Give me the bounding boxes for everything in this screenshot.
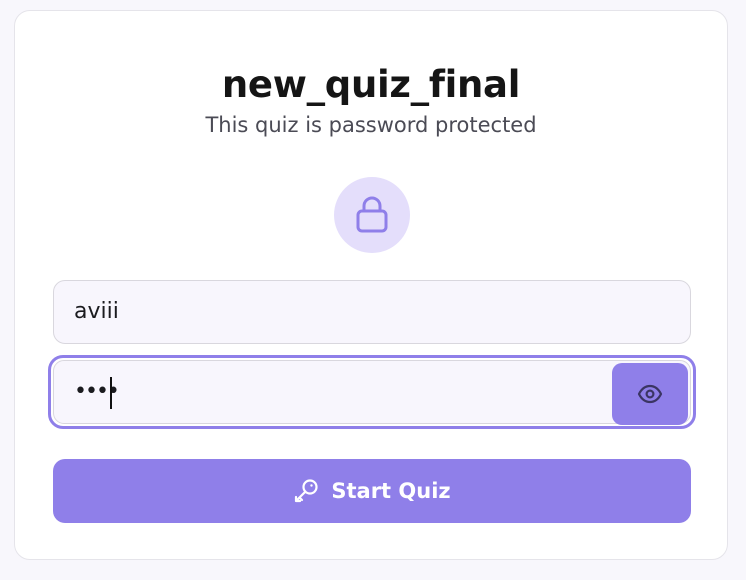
password-input[interactable]: •••• [53, 360, 691, 424]
toggle-password-visibility-button[interactable] [612, 363, 688, 425]
password-field[interactable]: •••• [48, 355, 696, 429]
start-quiz-label: Start Quiz [331, 479, 451, 503]
quiz-subtitle: This quiz is password protected [205, 113, 537, 137]
lock-icon [356, 196, 388, 233]
lock-badge [334, 177, 410, 253]
username-field[interactable] [53, 280, 691, 344]
username-input[interactable] [74, 281, 594, 343]
quiz-title: new_quiz_final [221, 63, 521, 106]
start-quiz-button[interactable]: Start Quiz [53, 459, 691, 523]
quiz-card: new_quiz_final This quiz is password pro… [14, 10, 728, 560]
key-icon [295, 479, 318, 503]
eye-icon [637, 384, 663, 404]
text-caret [110, 377, 112, 409]
